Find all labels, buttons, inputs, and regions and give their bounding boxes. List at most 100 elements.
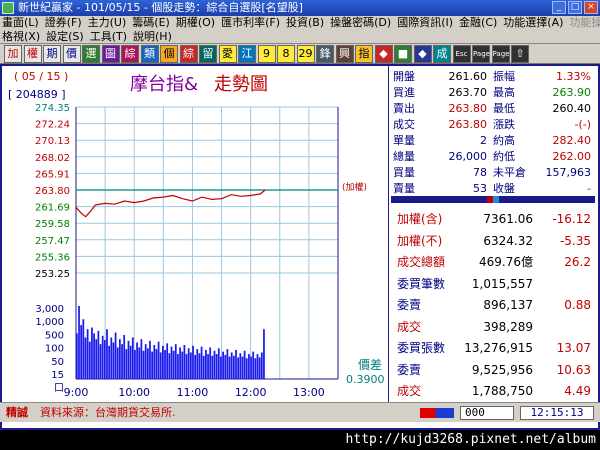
- quote-label: 總量: [393, 150, 415, 163]
- volume-bar: [138, 347, 141, 379]
- market-label: 加權(含): [397, 212, 443, 226]
- market-label: 委賣: [397, 362, 422, 377]
- menu-item-6[interactable]: 匯市利率(F): [221, 16, 280, 29]
- volume-bar: [254, 358, 257, 379]
- volume-bar: [172, 350, 175, 379]
- toolbar-button-23[interactable]: 成: [433, 45, 451, 63]
- volume-bar: [119, 339, 121, 379]
- quote-value: 282.40: [552, 134, 592, 147]
- menu-item-1[interactable]: 格視(X): [2, 30, 40, 43]
- quote-label: 買進: [393, 86, 415, 99]
- menu-row-primary: 畫面(L) 證券(F) 主力(U) 籌碼(E) 期權(O) 匯市利率(F) 投資(B) 操盤密…: [2, 16, 600, 30]
- toolbar-button-11[interactable]: 留: [199, 45, 217, 63]
- price-axis: 274.35 272.24 270.13 268.02 265.91 263.80 261.…: [35, 103, 70, 280]
- toolbar-button-6[interactable]: 圖: [101, 45, 120, 63]
- menu-item-2[interactable]: 證券(F): [45, 16, 82, 29]
- menu-item-4[interactable]: 說明(H): [133, 30, 172, 43]
- quote-label: 收盤: [493, 182, 515, 195]
- reference-tag: (加權): [342, 181, 367, 193]
- toolbar-button-21[interactable]: ■: [394, 45, 412, 63]
- market-value: 469.76億: [479, 255, 533, 269]
- maximize-button[interactable]: □: [568, 1, 582, 14]
- toolbar-button-15[interactable]: 8: [277, 45, 295, 63]
- volume-bar: [140, 339, 143, 379]
- volume-bar: [127, 340, 130, 379]
- time-tick-label: 12:00: [235, 386, 267, 399]
- depth-bar: [391, 196, 595, 203]
- toolbar-button-16[interactable]: 29: [296, 45, 315, 63]
- toolbar-button-27[interactable]: ⇧: [511, 45, 529, 63]
- volume-bar: [222, 351, 224, 379]
- intraday-chart: ( 05 / 15 ) [ 204889 ] 摩台指& 走勢圖 (加權) 價差 …: [2, 66, 386, 403]
- quote-value: -(-): [574, 118, 591, 131]
- menu-item-4[interactable]: 籌碼(E): [132, 16, 170, 29]
- menu-item-11[interactable]: 功能選擇(A): [503, 16, 563, 29]
- price-tick-label: 259.58: [35, 219, 70, 230]
- volume-bar: [228, 356, 231, 379]
- volume-bar: [125, 349, 128, 379]
- market-value: 896,137: [483, 298, 533, 312]
- toolbar-button-7[interactable]: 綜: [121, 45, 139, 63]
- toolbar-button-9[interactable]: 個: [160, 45, 178, 63]
- menu-item-2[interactable]: 設定(S): [46, 30, 84, 43]
- price-tick-label: 261.69: [35, 203, 70, 214]
- toolbar-button-25[interactable]: Page: [472, 45, 490, 63]
- menu-item-7[interactable]: 投資(B): [286, 16, 324, 29]
- volume-tick-label: 1,000: [35, 317, 64, 328]
- market-label: 成交: [397, 384, 422, 398]
- toolbar-button-12[interactable]: 愛: [218, 45, 237, 63]
- toolbar-button-3[interactable]: 期: [43, 45, 61, 63]
- intraday-chart-panel: ( 05 / 15 ) [ 204889 ] 摩台指& 走勢圖 (加權) 價差 …: [2, 66, 386, 403]
- toolbar-button-13[interactable]: 江: [238, 45, 256, 63]
- toolbar-button-18[interactable]: 興: [335, 45, 354, 63]
- volume-bar: [80, 325, 83, 379]
- quote-row: 買量 78 未平倉 157,963: [389, 166, 599, 180]
- volume-bar: [224, 354, 227, 379]
- price-tick-label: 272.24: [35, 120, 70, 131]
- minimize-button[interactable]: _: [552, 1, 566, 14]
- menu-item-10[interactable]: 金融(C): [459, 16, 497, 29]
- volume-bar: [106, 329, 108, 379]
- volume-bar: [84, 337, 87, 379]
- chart-date-label: ( 05 / 15 ): [14, 70, 68, 83]
- price-tick-label: 274.35: [35, 103, 70, 114]
- toolbar-button-26[interactable]: Page: [491, 45, 510, 63]
- main-window: ( 05 / 15 ) [ 204889 ] 摩台指& 走勢圖 (加權) 價差 …: [0, 64, 600, 430]
- volume-tick-label: 3,000: [35, 304, 64, 315]
- toolbar-button-4[interactable]: 價: [62, 45, 81, 63]
- time-tick-label: 13:00: [293, 386, 325, 399]
- toolbar-button-24[interactable]: Esc: [452, 45, 471, 63]
- toolbar-button-14[interactable]: 9: [257, 45, 276, 63]
- command-input[interactable]: 000: [460, 406, 514, 420]
- toolbar-button-19[interactable]: 指: [355, 45, 373, 63]
- toolbar-button-10[interactable]: 綜: [179, 45, 198, 63]
- toolbar-button-2[interactable]: 權: [23, 45, 42, 63]
- toolbar-button-22[interactable]: ◆: [413, 45, 432, 63]
- menu-item-9[interactable]: 國際資訊(I): [397, 16, 453, 29]
- quote-row: 開盤 261.60 振幅 1.33%: [389, 70, 599, 84]
- menu-item-12[interactable]: 功能操作(E): [569, 16, 600, 29]
- toolbar-button-8[interactable]: 類: [140, 45, 159, 63]
- volume-bar: [88, 341, 91, 379]
- toolbar-button-1[interactable]: 加: [4, 45, 22, 63]
- toolbar-button-17[interactable]: 鋒: [316, 45, 334, 63]
- chart-volume-label: [ 204889 ]: [8, 88, 66, 101]
- volume-bar: [209, 347, 212, 379]
- volume-bar: [226, 349, 229, 379]
- volume-bar: [183, 344, 186, 379]
- menu-item-3[interactable]: 主力(U): [88, 16, 127, 29]
- close-button[interactable]: ×: [584, 1, 598, 14]
- menu-item-8[interactable]: 操盤密碼(D): [330, 16, 391, 29]
- toolbar-button-5[interactable]: 選: [82, 45, 100, 63]
- menu-item-1[interactable]: 畫面(L): [2, 16, 39, 29]
- market-row: 委買筆數 1,015,557: [389, 273, 599, 295]
- menu-item-3[interactable]: 工具(T): [90, 30, 127, 43]
- menu-bar: 畫面(L) 證券(F) 主力(U) 籌碼(E) 期權(O) 匯市利率(F) 投資(B) 操盤密…: [0, 16, 600, 44]
- volume-bar: [232, 355, 235, 379]
- quote-value: 2: [480, 134, 487, 147]
- volume-bar: [200, 346, 203, 379]
- toolbar-button-20[interactable]: ◆: [374, 45, 393, 63]
- volume-bar: [263, 329, 265, 379]
- menu-item-5[interactable]: 期權(O): [176, 16, 215, 29]
- quote-label: 振幅: [493, 70, 515, 83]
